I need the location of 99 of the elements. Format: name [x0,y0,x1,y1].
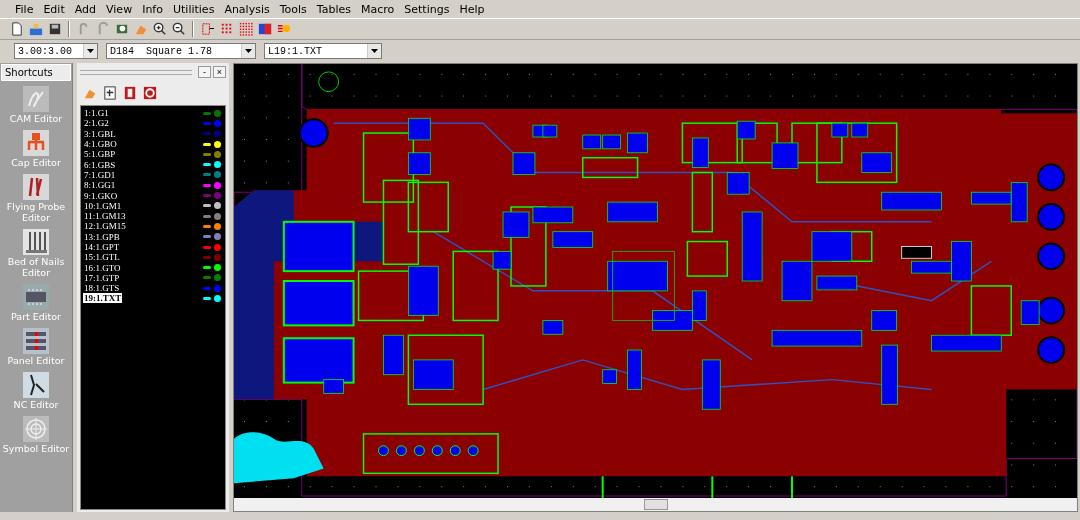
layer-color-dot[interactable] [214,274,221,282]
menu-item[interactable]: Settings [399,2,455,16]
layer-color-dot[interactable] [214,233,221,241]
layer-color-dot[interactable] [214,192,221,199]
layer-item[interactable]: 10:1.GM1 [83,200,123,211]
ring-icon[interactable] [142,85,158,101]
layer-item[interactable]: 11:1.GM13 [83,211,127,222]
layer-item[interactable]: 13:1.GPB [83,231,121,242]
menu-item[interactable]: Macro [356,2,400,16]
layer-item[interactable]: 12:1.GM15 [83,221,127,232]
layer-color-dot[interactable] [214,140,221,148]
caret-icon [245,49,252,53]
add-layer-icon[interactable] [102,85,118,101]
menu-item[interactable]: Tools [274,2,312,16]
layer-color-dot[interactable] [214,253,221,261]
color-layers-icon [256,21,273,37]
menu-item[interactable]: Add [69,2,102,16]
dropdown-field[interactable]: 3.00:3.00 [14,43,98,59]
layer-color-dot[interactable] [214,284,221,292]
pcb-layout-drawing[interactable] [234,64,1077,498]
book-icon[interactable] [122,85,138,101]
layer-item[interactable]: 8:1.GG1 [83,180,117,191]
dense-grid-icon [237,21,254,37]
layer-line-swatch [203,142,211,146]
layer-color-dot[interactable] [214,212,221,220]
menu-item[interactable]: Tables [311,2,356,16]
menu-item[interactable]: Edit [38,2,70,16]
layer-line-swatch [203,152,211,156]
layer-color-dot[interactable] [214,161,221,169]
layer-color-dot[interactable] [214,243,221,251]
menu-item[interactable]: Info [137,2,168,16]
probe-needles-icon [23,174,49,200]
grid-arrow-icon [199,21,216,37]
layer-item[interactable]: 2:1.G2 [83,118,110,129]
panel-grid-icon [23,328,49,354]
layer-item[interactable]: 6:1.GBS [83,159,117,170]
layer-item[interactable]: 19:1.TXT [83,293,123,304]
layer-line-swatch [203,245,211,249]
layer-color-dot[interactable] [214,119,221,127]
dropdown-field[interactable]: D184 Square 1.78 [106,43,256,59]
nail-bed-icon [23,229,49,255]
layer-line-swatch [203,132,211,136]
layer-color-dot[interactable] [214,171,221,179]
menu-item[interactable]: Help [454,2,490,16]
layer-line-swatch [203,121,211,125]
zoom-out-icon [170,21,187,37]
layer-color-dot[interactable] [214,150,221,158]
layer-line-swatch [203,276,211,280]
panel-title: Shortcuts [1,64,71,81]
caret-icon [371,49,378,53]
layer-item[interactable]: 17:1.GTP [83,272,121,283]
layer-item[interactable]: 5:1.GBP [83,149,117,160]
layer-line-swatch [203,194,211,197]
layer-line-swatch [203,204,211,208]
capacitor-icon [23,130,49,156]
menu-item[interactable]: File [10,2,39,16]
layer-color-dot[interactable] [214,130,221,138]
layer-line-swatch [203,173,211,177]
caret-icon [87,49,94,53]
layer-color-dot[interactable] [214,264,221,272]
layer-line-swatch [203,214,211,218]
close-button[interactable]: × [213,66,226,78]
layer-item[interactable]: 4:1.GBO [83,139,118,150]
layer-item[interactable]: 16:1.GTO [83,262,122,273]
chip-icon [23,284,49,310]
layer-item[interactable]: 7:1.GD1 [83,169,117,180]
layer-color-dot[interactable] [214,222,221,230]
dense-grid-button[interactable] [237,20,254,38]
layer-line-swatch [203,183,211,187]
layer-color-dot[interactable] [214,295,221,302]
layer-color-dot[interactable] [214,109,221,117]
script-f-icon [23,86,49,112]
layer-item[interactable]: 9:1.GKO [83,190,119,201]
drill-icon [23,372,49,398]
menu-item[interactable]: Utilities [167,2,220,16]
minimize-button[interactable]: - [198,66,211,78]
menu-item[interactable]: Analysis [219,2,275,16]
open-file-icon [27,21,44,37]
menu-item[interactable]: View [101,2,138,16]
horizontal-scrollbar[interactable] [234,498,1077,511]
layer-item[interactable]: 1:1.G1 [83,108,110,119]
layer-color-dot[interactable] [214,181,221,189]
layer-line-swatch [203,255,211,259]
dropdown-field[interactable]: L19:1.TXT [264,43,382,59]
layer-line-swatch [203,111,211,115]
layer-line-swatch [203,235,211,239]
layer-line-swatch [203,297,211,300]
layer-item[interactable]: 15:1.GTL [83,252,121,263]
zoom-in-icon [151,21,168,37]
layer-line-swatch [203,266,211,270]
layer-item[interactable]: 3:1.GBL [83,128,117,139]
grid-arrow-button[interactable] [199,20,216,38]
layer-line-swatch [203,286,211,290]
layer-item[interactable]: 18:1.GTS [83,283,121,294]
layer-item[interactable]: 14:1.GPT [83,242,121,252]
layer-line-swatch [203,163,211,167]
layer-line-swatch [203,224,211,228]
layer-color-dot[interactable] [214,202,221,210]
target-icon [23,416,49,442]
